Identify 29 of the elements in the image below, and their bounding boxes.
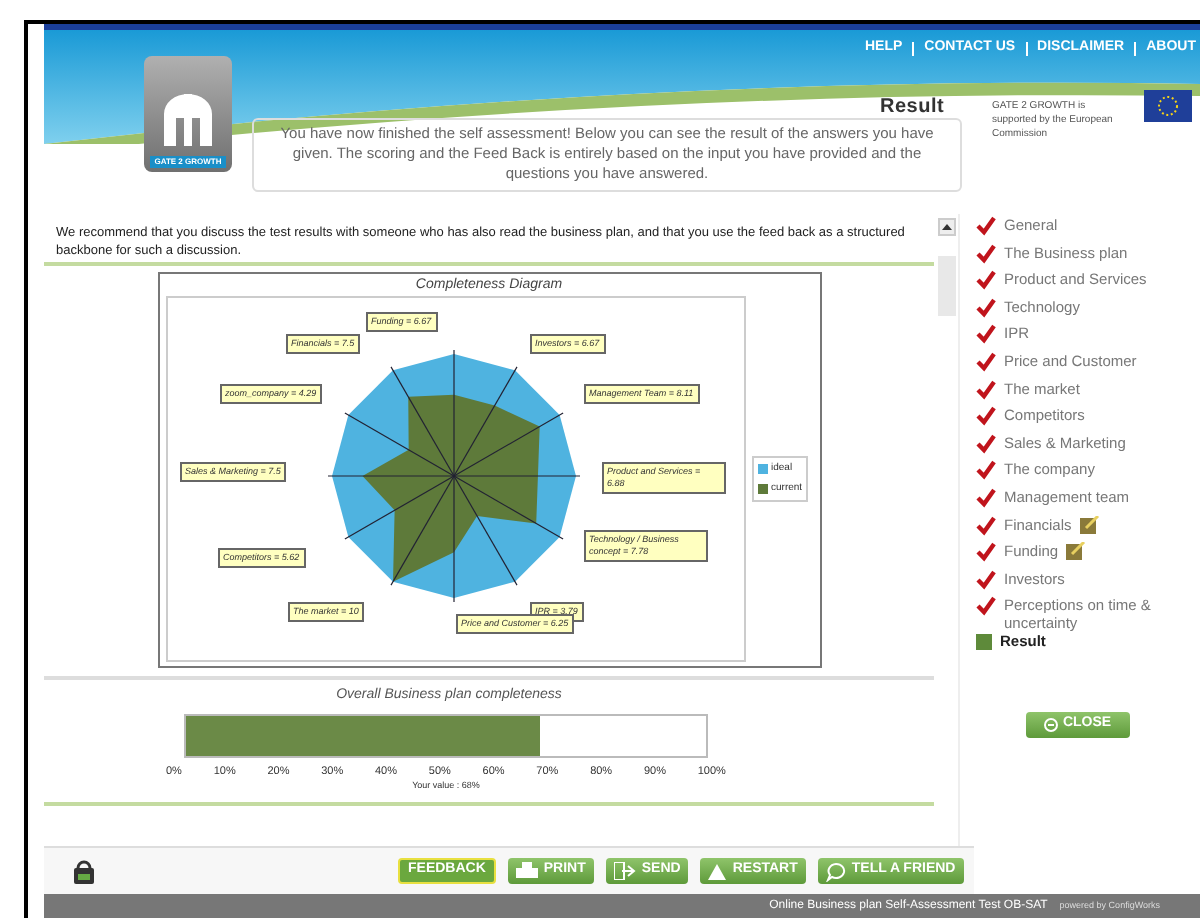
check-icon xyxy=(976,487,996,508)
page-title: Result xyxy=(880,94,945,122)
exit-arrow-icon xyxy=(613,862,636,880)
caret-icon xyxy=(941,224,951,230)
check-icon xyxy=(976,406,996,427)
logo-icon xyxy=(158,90,218,150)
printer-icon xyxy=(515,862,538,880)
check-icon xyxy=(976,515,996,536)
check-icon xyxy=(976,297,996,318)
check-icon xyxy=(976,596,996,617)
notepad-icon xyxy=(1079,515,1100,534)
check-icon xyxy=(976,351,996,372)
check-icon xyxy=(976,542,996,563)
lock-icon xyxy=(72,859,96,883)
check-icon xyxy=(976,433,996,454)
check-icon xyxy=(976,379,996,400)
speech-bubble-icon xyxy=(825,861,846,881)
check-icon xyxy=(976,216,996,236)
notepad-icon xyxy=(1066,542,1087,561)
scroll-up-button[interactable] xyxy=(937,218,955,236)
flag-icon xyxy=(1144,90,1192,122)
check-icon xyxy=(976,569,996,590)
triangle-icon xyxy=(708,863,727,879)
check-icon xyxy=(976,270,996,291)
check-icon xyxy=(976,324,996,345)
square-icon xyxy=(976,634,992,651)
check-icon xyxy=(976,243,996,264)
check-icon xyxy=(976,460,996,481)
close-icon xyxy=(1044,717,1059,732)
